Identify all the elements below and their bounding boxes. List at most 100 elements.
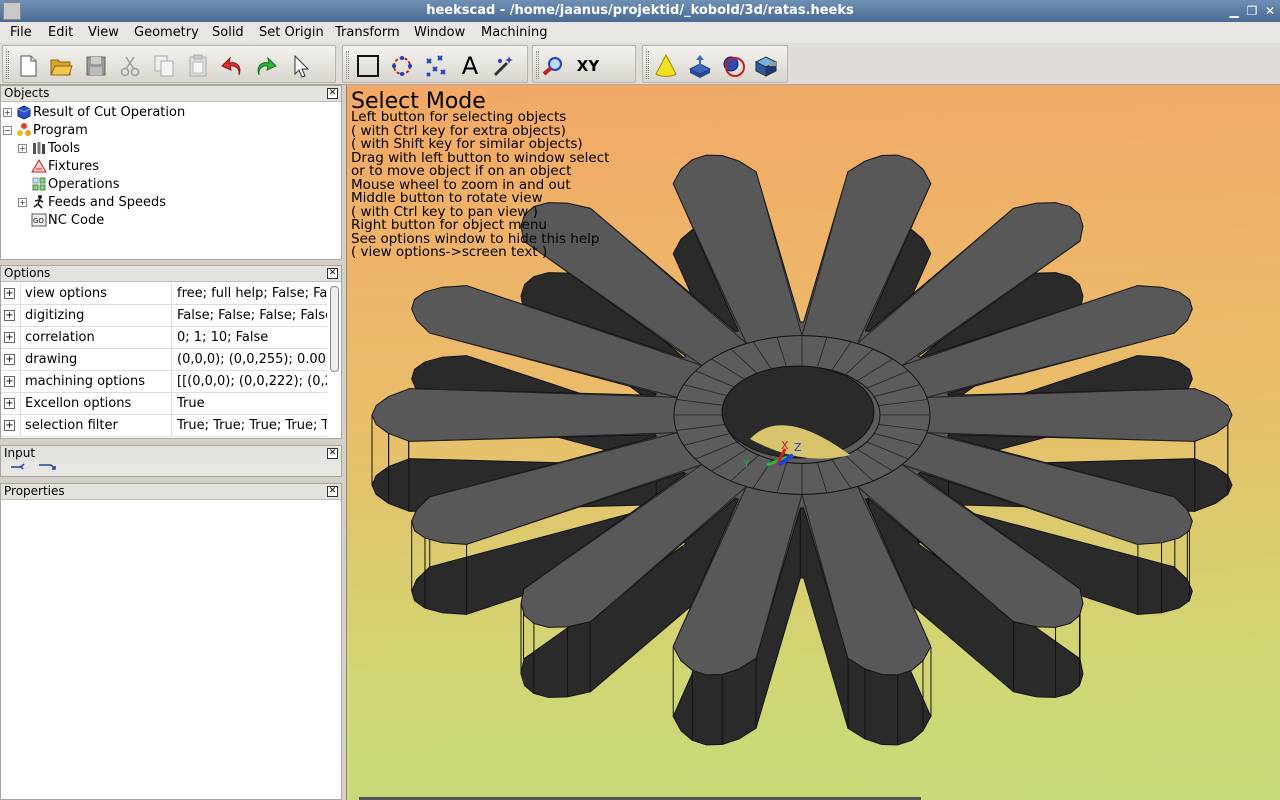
rectangle-icon[interactable] xyxy=(355,53,381,79)
expand-icon[interactable]: + xyxy=(4,420,15,431)
options-panel-header: Options ✕ xyxy=(1,266,341,282)
option-name: Excellon options xyxy=(20,393,172,414)
close-icon[interactable]: ✕ xyxy=(327,486,338,497)
collapse-icon[interactable]: − xyxy=(3,125,12,135)
expand-icon[interactable]: + xyxy=(4,288,15,299)
graphics-viewport[interactable]: Y X Z Select Mode Left button for select… xyxy=(346,85,1280,800)
expand-icon[interactable]: + xyxy=(4,398,15,409)
menu-solid[interactable]: Solid xyxy=(210,24,246,41)
open-folder-icon[interactable] xyxy=(48,53,74,79)
option-value[interactable]: True xyxy=(173,393,327,414)
option-value[interactable]: 0; 1; 10; False xyxy=(173,327,327,348)
extrude-icon[interactable] xyxy=(687,53,713,79)
tree-item-nc-code[interactable]: GO NC Code xyxy=(31,211,104,229)
tree-item-result-of-cut[interactable]: + Result of Cut Operation xyxy=(3,103,185,121)
program-icon xyxy=(17,123,31,136)
input-panel-header: Input ✕ xyxy=(1,446,341,462)
input-panel: Input ✕ xyxy=(0,445,342,477)
toolbar-grip[interactable] xyxy=(6,51,9,79)
zoom-icon[interactable] xyxy=(541,53,567,79)
option-name: view options xyxy=(20,283,172,304)
option-row-machining-options[interactable]: + machining options [[(0,0,0); (0,0,222)… xyxy=(1,371,327,393)
nc-code-icon: GO xyxy=(31,213,47,227)
tree-item-operations[interactable]: Operations xyxy=(31,175,119,193)
option-row-digitizing[interactable]: + digitizing False; False; False; False; xyxy=(1,305,327,327)
tree-item-tools[interactable]: + Tools xyxy=(18,139,80,157)
circles-icon[interactable] xyxy=(721,53,747,79)
option-value[interactable]: (0,0,0); (0,0,255); 0.000001 xyxy=(173,349,327,370)
toolbar: A XY xyxy=(0,43,1280,85)
svg-text:GO: GO xyxy=(33,217,44,225)
option-row-correlation[interactable]: + correlation 0; 1; 10; False xyxy=(1,327,327,349)
properties-panel-header: Properties ✕ xyxy=(1,484,341,500)
toolbar-grip[interactable] xyxy=(346,51,349,79)
option-value[interactable]: False; False; False; False; xyxy=(173,305,327,326)
menu-window[interactable]: Window xyxy=(412,24,467,41)
option-row-view-options[interactable]: + view options free; full help; False; F… xyxy=(1,283,327,305)
option-value[interactable]: free; full help; False; False xyxy=(173,283,327,304)
scatter-points-icon[interactable] xyxy=(423,53,449,79)
paste-icon[interactable] xyxy=(185,53,211,79)
tools-icon xyxy=(33,142,45,154)
tree-item-label: NC Code xyxy=(48,212,105,228)
maximize-button[interactable]: ❐ xyxy=(1244,3,1260,19)
text-icon[interactable]: A xyxy=(457,53,483,79)
option-row-excellon-options[interactable]: + Excellon options True xyxy=(1,393,327,415)
menu-transform[interactable]: Transform xyxy=(333,24,402,41)
properties-panel-title: Properties xyxy=(4,484,65,498)
operations-icon xyxy=(32,177,46,191)
circle-points-icon[interactable] xyxy=(389,53,415,79)
select-pointer-icon[interactable] xyxy=(287,53,313,79)
help-line: ( view options->screen text ) xyxy=(351,244,548,260)
close-button[interactable]: ✕ xyxy=(1262,3,1278,19)
option-name: machining options xyxy=(20,371,172,392)
expand-icon[interactable]: + xyxy=(18,143,27,153)
options-panel-title: Options xyxy=(4,266,51,280)
menu-machining[interactable]: Machining xyxy=(479,24,550,41)
expand-icon[interactable]: + xyxy=(4,332,15,343)
option-row-selection-filter[interactable]: + selection filter True; True; True; Tru… xyxy=(1,415,327,437)
close-icon[interactable]: ✕ xyxy=(327,88,338,99)
menu-view[interactable]: View xyxy=(86,24,121,41)
toolbar-group-file xyxy=(2,45,336,83)
tree-item-program[interactable]: − Program xyxy=(3,121,88,139)
option-name: selection filter xyxy=(20,415,172,436)
menu-set-origin[interactable]: Set Origin xyxy=(257,24,326,41)
menu-geometry[interactable]: Geometry xyxy=(132,24,201,41)
menu-file[interactable]: File xyxy=(8,24,34,41)
redo-icon[interactable] xyxy=(253,53,279,79)
expand-icon[interactable]: + xyxy=(4,376,15,387)
close-icon[interactable]: ✕ xyxy=(327,268,338,279)
undo-icon[interactable] xyxy=(219,53,245,79)
menu-edit[interactable]: Edit xyxy=(46,24,75,41)
expand-icon[interactable]: + xyxy=(4,310,15,321)
xy-view-icon[interactable]: XY xyxy=(573,53,603,79)
options-scrollbar[interactable] xyxy=(330,286,339,372)
toolbar-grip[interactable] xyxy=(646,51,649,79)
new-file-icon[interactable] xyxy=(15,53,41,79)
toolbar-group-drawing: A xyxy=(342,45,528,83)
close-icon[interactable]: ✕ xyxy=(327,448,338,459)
cut-icon[interactable] xyxy=(117,53,143,79)
expand-icon[interactable]: + xyxy=(3,107,12,117)
input-mode-icon[interactable] xyxy=(9,461,61,473)
tree-item-label: Operations xyxy=(48,176,120,192)
option-value[interactable]: True; True; True; True; Tru xyxy=(173,415,327,436)
minimize-button[interactable]: ▁ xyxy=(1226,3,1242,19)
tree-item-feeds-and-speeds[interactable]: + Feeds and Speeds xyxy=(18,193,166,211)
cone-icon[interactable] xyxy=(653,53,679,79)
copy-icon[interactable] xyxy=(151,53,177,79)
tree-item-label: Feeds and Speeds xyxy=(48,194,167,210)
expand-icon[interactable]: + xyxy=(18,197,27,207)
save-icon[interactable] xyxy=(83,53,109,79)
axis-label-y: Y xyxy=(742,457,750,470)
option-value[interactable]: [[(0,0,0); (0,0,222); (0,200,0 xyxy=(173,371,327,392)
expand-icon[interactable]: + xyxy=(4,354,15,365)
axis-label-x: X xyxy=(781,439,789,452)
cube-icon[interactable] xyxy=(753,53,779,79)
tree-item-fixtures[interactable]: Fixtures xyxy=(31,157,99,175)
toolbar-grip[interactable] xyxy=(536,51,539,79)
window-title: heekscad - /home/jaanus/projektid/_kobol… xyxy=(426,3,854,18)
magic-wand-icon[interactable] xyxy=(491,53,517,79)
option-row-drawing[interactable]: + drawing (0,0,0); (0,0,255); 0.000001 xyxy=(1,349,327,371)
